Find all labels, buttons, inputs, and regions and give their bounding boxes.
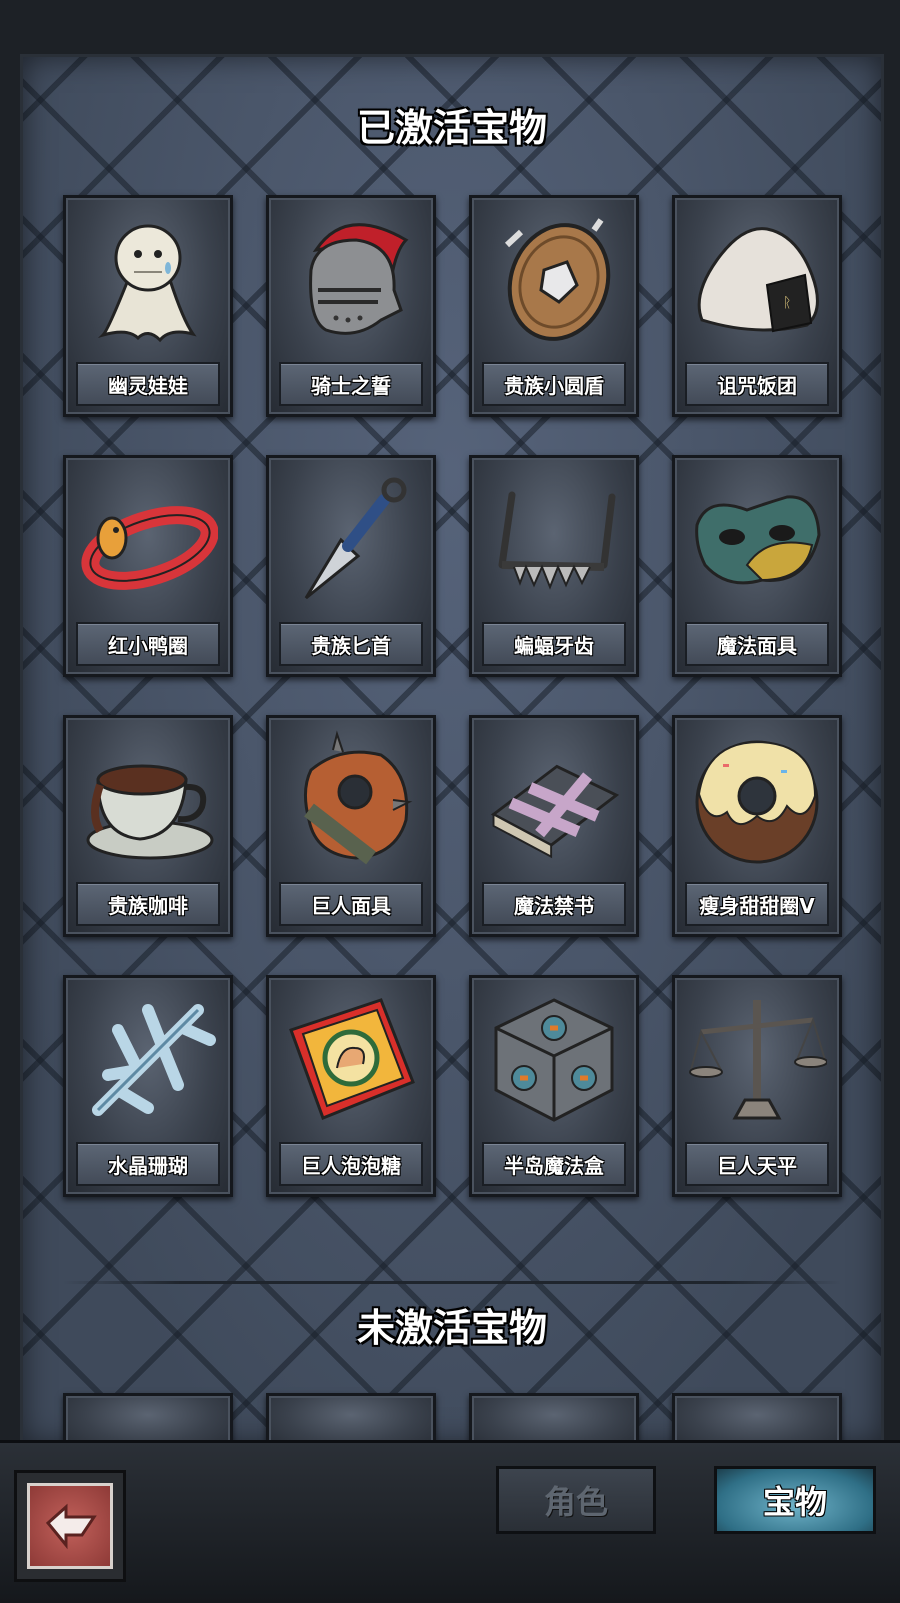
magic-box-icon — [482, 986, 626, 1134]
magic-mask-icon — [685, 466, 829, 614]
treasure-label: 贵族小圆盾 — [482, 362, 626, 406]
treasure-card[interactable]: 贵族匕首 — [266, 455, 436, 677]
treasure-card[interactable]: 红小鸭圈 — [63, 455, 233, 677]
svg-text:ᚱ: ᚱ — [783, 295, 791, 311]
treasure-card[interactable]: 巨人天平 — [672, 975, 842, 1197]
treasure-label: 蝙蝠牙齿 — [482, 622, 626, 666]
section-divider — [63, 1281, 841, 1284]
crystal-coral-icon — [76, 986, 220, 1134]
inactive-treasures-title: 未激活宝物 — [356, 1306, 547, 1350]
treasure-label: 水晶珊瑚 — [76, 1142, 220, 1186]
treasure-label: 巨人泡泡糖 — [279, 1142, 423, 1186]
round-shield-icon — [482, 206, 626, 354]
donut-icon — [685, 726, 829, 874]
treasure-card[interactable]: 魔法面具 — [672, 455, 842, 677]
treasure-card[interactable]: 蝙蝠牙齿 — [469, 455, 639, 677]
active-treasures-title: 已激活宝物 — [356, 106, 547, 150]
ghost-doll-icon — [76, 206, 220, 354]
treasure-card[interactable]: 贵族小圆盾 — [469, 195, 639, 417]
treasure-card[interactable]: 魔法禁书 — [469, 715, 639, 937]
treasure-card[interactable]: 半岛魔法盒 — [469, 975, 639, 1197]
tab-treasure[interactable]: 宝物 — [714, 1466, 876, 1534]
treasure-card[interactable]: 贵族咖啡 — [63, 715, 233, 937]
treasure-card-locked[interactable] — [469, 1393, 639, 1443]
treasure-card[interactable]: 巨人面具 — [266, 715, 436, 937]
scale-icon — [685, 986, 829, 1134]
treasure-card[interactable]: 骑士之誓 — [266, 195, 436, 417]
active-treasure-grid: 幽灵娃娃 骑士之誓 贵族小圆盾 ᚱ 诅咒饭团 红小鸭圈 贵族匕首 蝙蝠牙齿 魔法… — [63, 195, 842, 1197]
back-arrow-icon — [27, 1483, 113, 1569]
forbidden-book-icon — [482, 726, 626, 874]
bat-teeth-icon — [482, 466, 626, 614]
treasure-card[interactable]: 水晶珊瑚 — [63, 975, 233, 1197]
treasure-label: 骑士之誓 — [279, 362, 423, 406]
rice-ball-icon: ᚱ — [685, 206, 829, 354]
treasure-card[interactable]: 瘦身甜甜圈V — [672, 715, 842, 937]
treasure-card[interactable]: ᚱ 诅咒饭团 — [672, 195, 842, 417]
duck-ring-icon — [76, 466, 220, 614]
treasure-card-locked[interactable] — [672, 1393, 842, 1443]
inactive-treasure-grid — [63, 1393, 842, 1443]
tab-role[interactable]: 角色 — [496, 1466, 656, 1534]
treasure-card-locked[interactable] — [63, 1393, 233, 1443]
giant-mask-icon — [279, 726, 423, 874]
dagger-icon — [279, 466, 423, 614]
treasure-label: 贵族咖啡 — [76, 882, 220, 926]
treasure-panel[interactable]: 已激活宝物 幽灵娃娃 骑士之誓 贵族小圆盾 ᚱ 诅咒饭团 红小鸭圈 贵族匕首 蝙… — [20, 54, 884, 1446]
treasure-label: 红小鸭圈 — [76, 622, 220, 666]
treasure-label: 魔法禁书 — [482, 882, 626, 926]
treasure-card[interactable]: 巨人泡泡糖 — [266, 975, 436, 1197]
knight-helmet-icon — [279, 206, 423, 354]
back-button[interactable] — [14, 1470, 126, 1582]
coffee-cup-icon — [76, 726, 220, 874]
treasure-label: 魔法面具 — [685, 622, 829, 666]
treasure-label: 瘦身甜甜圈V — [685, 882, 829, 926]
treasure-label: 半岛魔法盒 — [482, 1142, 626, 1186]
treasure-label: 巨人面具 — [279, 882, 423, 926]
treasure-card[interactable]: 幽灵娃娃 — [63, 195, 233, 417]
treasure-label: 幽灵娃娃 — [76, 362, 220, 406]
treasure-label: 诅咒饭团 — [685, 362, 829, 406]
bubble-gum-icon — [279, 986, 423, 1134]
treasure-label: 贵族匕首 — [279, 622, 423, 666]
treasure-card-locked[interactable] — [266, 1393, 436, 1443]
treasure-label: 巨人天平 — [685, 1142, 829, 1186]
